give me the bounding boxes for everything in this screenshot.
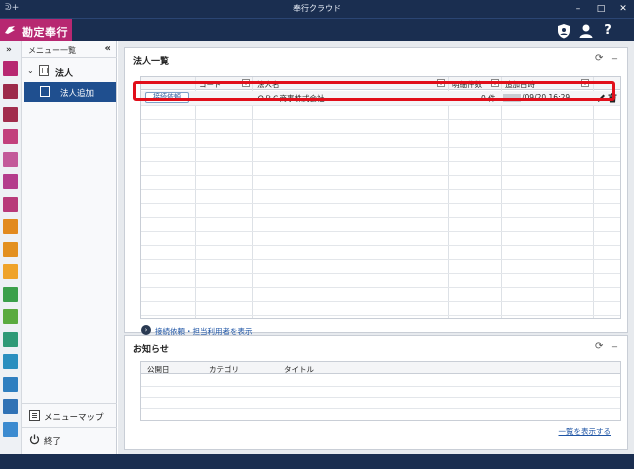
help-icon[interactable]: ? xyxy=(600,23,616,39)
menu-category-corporation[interactable]: ⌄ 法人 xyxy=(22,62,117,80)
exit-label: 終了 xyxy=(44,437,62,447)
app-tile-icon[interactable] xyxy=(3,399,18,414)
notice-panel: お知らせ ⟳ _ 公開日 カテゴリ タイトル 一覧を表示する xyxy=(124,335,628,450)
building-icon xyxy=(39,65,49,76)
app-tile-icon[interactable] xyxy=(3,422,18,437)
app-tile-icon[interactable] xyxy=(3,174,18,189)
menu-category-label: 法人 xyxy=(55,69,74,79)
power-icon xyxy=(29,434,40,445)
table-header: 公開日 カテゴリ タイトル xyxy=(141,362,620,374)
app-tile-icon[interactable] xyxy=(3,197,18,212)
column-header-title: タイトル xyxy=(284,365,314,374)
chevron-down-icon: ⌄ xyxy=(27,66,34,75)
corporation-table: コード 法人名 明細件数 追加日時 接続依頼 ＯＢＣ商事株式会社 0 件 /09… xyxy=(140,76,621,319)
chevron-right-icon: › xyxy=(141,325,151,335)
app-tile-icon[interactable] xyxy=(3,377,18,392)
menu-map-icon xyxy=(29,410,40,421)
building-icon xyxy=(40,86,50,97)
app-tile-icon[interactable] xyxy=(3,309,18,324)
panel-title: お知らせ xyxy=(133,345,169,355)
app-tile-icon[interactable] xyxy=(3,61,18,76)
minimize-panel-button[interactable]: _ xyxy=(612,49,617,60)
app-tile-icon[interactable] xyxy=(3,264,18,279)
refresh-icon[interactable]: ⟳ xyxy=(595,53,603,64)
app-tile-icon[interactable] xyxy=(3,332,18,347)
app-tile-icon[interactable] xyxy=(3,107,18,122)
menu-header: メニュー一覧 « xyxy=(22,41,117,58)
logo-text: 勘定奉行 xyxy=(22,26,68,39)
window-title: 奉行クラウド xyxy=(293,4,341,13)
title-bar: ᕲ+ 奉行クラウド – □ ✕ xyxy=(0,0,634,18)
refresh-icon[interactable]: ⟳ xyxy=(595,341,603,352)
menu-map-label: メニューマップ xyxy=(44,413,104,423)
app-tile-icon[interactable] xyxy=(3,354,18,369)
app-tile-icon[interactable] xyxy=(3,242,18,257)
close-button[interactable]: ✕ xyxy=(616,2,630,16)
exit-link[interactable]: 終了 xyxy=(22,427,117,451)
app-tile-icon[interactable] xyxy=(3,152,18,167)
menu-item-add-corporation[interactable]: 法人追加 xyxy=(24,82,116,102)
minimize-button[interactable]: – xyxy=(571,2,585,16)
logo-mark-icon xyxy=(5,26,15,34)
collapse-menu-button[interactable]: « xyxy=(105,43,111,54)
content-area: 法人一覧 ⟳ _ コード 法人名 明細件数 追加日時 接続依頼 ＯＢＣ商事株式会… xyxy=(118,41,634,454)
menu-panel: メニュー一覧 « ⌄ 法人 法人追加 メニューマップ 終了 xyxy=(22,41,117,454)
app-tile-icon[interactable] xyxy=(3,84,18,99)
app-switcher-strip: » xyxy=(0,41,22,454)
menu-map-link[interactable]: メニューマップ xyxy=(22,403,117,427)
product-logo: 勘定奉行 xyxy=(0,19,72,42)
app-tile-icon[interactable] xyxy=(3,219,18,234)
notice-table: 公開日 カテゴリ タイトル xyxy=(140,361,621,421)
menu-header-label: メニュー一覧 xyxy=(28,46,76,55)
column-header-category: カテゴリ xyxy=(209,365,239,374)
highlight-box xyxy=(133,81,615,101)
app-header: 勘定奉行 ? xyxy=(0,18,634,42)
column-header-date: 公開日 xyxy=(147,365,170,374)
expand-menu-button[interactable]: » xyxy=(6,45,12,55)
status-bar xyxy=(0,454,634,469)
show-all-notices-link[interactable]: 一覧を表示する xyxy=(559,426,612,437)
panel-title: 法人一覧 xyxy=(133,57,170,67)
menu-item-label: 法人追加 xyxy=(60,89,95,99)
minimize-panel-button[interactable]: _ xyxy=(612,337,617,348)
app-tile-icon[interactable] xyxy=(3,287,18,302)
user-icon[interactable] xyxy=(578,23,594,39)
app-tile-icon[interactable] xyxy=(3,129,18,144)
maximize-button[interactable]: □ xyxy=(594,2,608,16)
shield-user-icon[interactable] xyxy=(556,23,572,39)
